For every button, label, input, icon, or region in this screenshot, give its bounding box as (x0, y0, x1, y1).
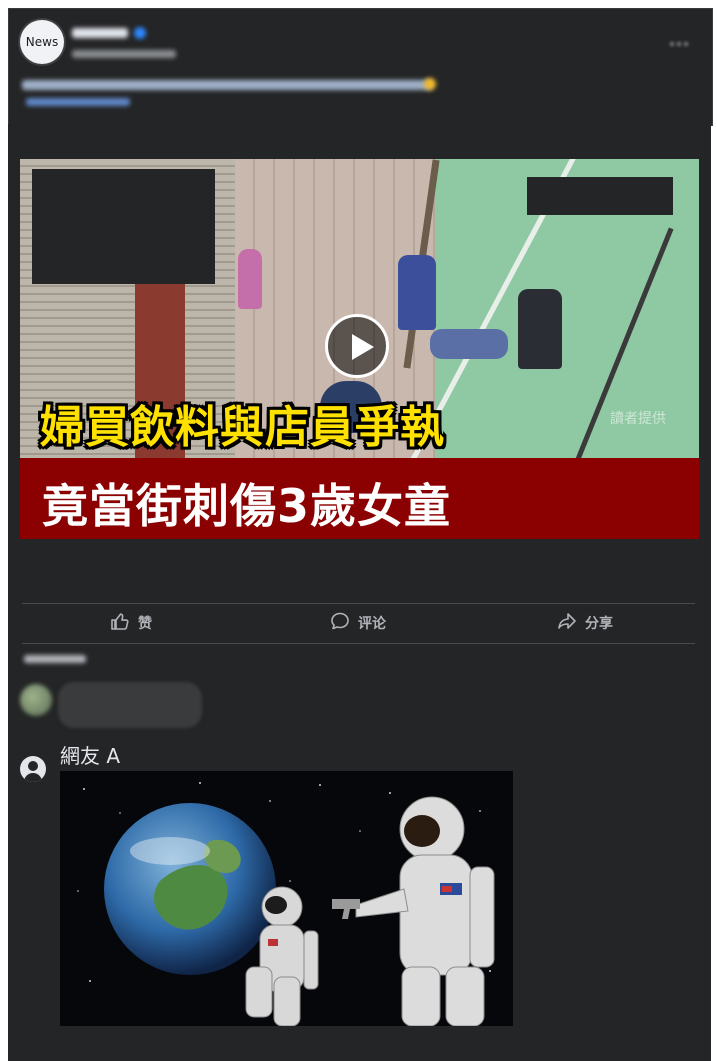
user-avatar-icon[interactable] (20, 756, 46, 782)
post-timestamp[interactable] (72, 50, 176, 58)
comment-button[interactable]: 评论 (330, 612, 386, 634)
video-headline-line1: 婦買飲料與店員爭執 (40, 402, 445, 453)
share-icon (557, 611, 577, 635)
page-avatar[interactable]: News (20, 20, 64, 64)
comment-sort-selector[interactable] (24, 655, 86, 663)
video-frame-figure (518, 289, 562, 369)
share-button[interactable]: 分享 (557, 612, 613, 634)
page-avatar-label: News (25, 35, 59, 49)
like-button[interactable]: 赞 (110, 612, 152, 634)
comment-bubble (58, 682, 202, 728)
comment-label: 评论 (358, 616, 386, 632)
video-headline-line2: 竟當街刺傷3歲女童 (42, 479, 452, 533)
verified-badge-icon (134, 27, 146, 39)
page-name[interactable] (72, 28, 128, 38)
video-headline-band: 竟當街刺傷3歲女童 (20, 458, 699, 539)
more-horizontal-icon[interactable] (668, 36, 690, 50)
redaction-box (527, 177, 673, 215)
video-frame-figure (398, 255, 436, 330)
video-frame-figure (238, 249, 262, 309)
redaction-box (32, 169, 215, 284)
action-bar-divider-top (22, 603, 695, 604)
video-player[interactable]: 讀者提供 婦買飲料與店員爭執 竟當街刺傷3歲女童 (20, 159, 699, 539)
play-icon[interactable] (325, 314, 389, 378)
action-bar-divider-bottom (22, 643, 695, 644)
like-label: 赞 (138, 616, 152, 632)
post-header-panel (8, 8, 713, 126)
share-label: 分享 (585, 616, 613, 632)
astronaut-meme-image[interactable] (60, 771, 513, 1026)
comment-icon (330, 611, 350, 635)
caption-emoji-icon (424, 78, 436, 90)
post-caption (22, 80, 432, 90)
post-link[interactable] (26, 98, 130, 106)
video-credit: 讀者提供 (610, 411, 666, 427)
video-frame-figure (430, 329, 508, 359)
avatar[interactable] (20, 684, 52, 716)
commenter-name[interactable]: 網友 A (60, 740, 120, 769)
thumbs-up-icon (110, 611, 130, 635)
